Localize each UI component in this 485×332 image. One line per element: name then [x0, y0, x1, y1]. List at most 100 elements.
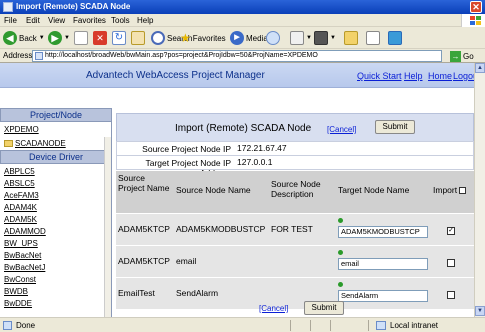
- driver-link[interactable]: BwBacNetJ: [4, 263, 45, 272]
- source-ip-value: 172.21.67.47: [235, 142, 471, 155]
- form-header: Import (Remote) SCADA Node [Cancel] Subm…: [116, 113, 474, 143]
- driver-link[interactable]: ABSLC5: [4, 179, 35, 188]
- driver-link[interactable]: BwConst: [4, 275, 36, 284]
- scroll-up-icon[interactable]: ▲: [475, 63, 485, 73]
- import-checkbox[interactable]: [447, 259, 455, 267]
- menu-edit[interactable]: Edit: [26, 16, 40, 25]
- source-node-cell: SendAlarm: [176, 288, 219, 298]
- page-icon: [35, 52, 43, 60]
- menu-favorites[interactable]: Favorites: [73, 16, 106, 25]
- stop-button[interactable]: [74, 30, 88, 46]
- folder-button[interactable]: [344, 30, 358, 46]
- source-ip-row: Source Project Node IP Address 172.21.67…: [116, 141, 474, 164]
- status-divider: [290, 320, 291, 331]
- page-content: Advantech WebAccess Project Manager Quic…: [0, 63, 485, 317]
- cancel-link[interactable]: [Cancel]: [327, 125, 356, 134]
- help-link[interactable]: Help: [404, 71, 423, 81]
- stop-icon-button[interactable]: ✕: [93, 30, 107, 46]
- form-title: Import (Remote) SCADA Node: [175, 123, 312, 134]
- print-icon: [314, 31, 328, 45]
- menu-file[interactable]: File: [4, 16, 17, 25]
- source-node-cell: ADAM5KMODBUSTCP: [176, 224, 266, 234]
- folder-icon: [4, 140, 13, 147]
- source-node-cell: email: [176, 256, 197, 266]
- scada-node-link[interactable]: SCADANODE: [4, 139, 66, 148]
- status-dot-icon: [338, 218, 343, 223]
- home-link[interactable]: Home: [428, 71, 452, 81]
- favorites-button[interactable]: ★ Favorites: [180, 30, 226, 46]
- driver-link[interactable]: BwBacNet: [4, 251, 41, 260]
- media-icon: ▶: [230, 31, 244, 45]
- folder-icon: [344, 31, 358, 45]
- col-import: Import: [433, 185, 473, 195]
- menu-tools[interactable]: Tools: [111, 16, 130, 25]
- form-footer: [Cancel] Submit: [116, 301, 474, 315]
- status-divider: [330, 320, 331, 331]
- target-node-input[interactable]: ADAM5KMODBUSTCP: [338, 226, 428, 238]
- driver-link[interactable]: ABPLC5: [4, 167, 35, 176]
- app-title: Advantech WebAccess Project Manager: [86, 70, 265, 81]
- discuss-button[interactable]: [388, 30, 402, 46]
- refresh-button[interactable]: ↻: [112, 30, 126, 46]
- menu-bar: File Edit View Favorites Tools Help: [0, 14, 485, 27]
- source-project-cell: ADAM5KTCP: [118, 256, 170, 266]
- toolbar: ◀ Back ▼ ▶ ▼ ✕ ↻ Search ★ Favorites ▶ Medi…: [0, 27, 485, 49]
- submit-button[interactable]: Submit: [375, 120, 415, 134]
- project-link[interactable]: XPDEMO: [4, 125, 39, 134]
- col-source-node: Source Node Name: [176, 185, 251, 195]
- menu-help[interactable]: Help: [137, 16, 153, 25]
- back-button[interactable]: ◀ Back ▼: [3, 30, 45, 46]
- driver-link[interactable]: BWDB: [4, 287, 28, 296]
- messenger-button[interactable]: [366, 30, 380, 46]
- target-node-input[interactable]: email: [338, 258, 428, 270]
- submit-button-bottom[interactable]: Submit: [304, 301, 344, 315]
- scroll-down-icon[interactable]: ▼: [475, 306, 485, 316]
- discuss-icon: [388, 31, 402, 45]
- driver-link[interactable]: BwDDE: [4, 299, 32, 308]
- page-scrollbar[interactable]: ▲ ▼: [474, 63, 485, 317]
- ie-page-icon: [3, 2, 13, 12]
- history-button[interactable]: [266, 30, 280, 46]
- project-node-header: Project/Node: [0, 108, 112, 122]
- table-header: Source Project Name Source Node Name Sou…: [116, 171, 474, 213]
- import-form: Import (Remote) SCADA Node [Cancel] Subm…: [116, 113, 474, 315]
- project-tree-panel: Project/Node XPDEMO SCADANODE Device Dri…: [0, 108, 112, 317]
- driver-link[interactable]: ADAM5K: [4, 215, 37, 224]
- media-button[interactable]: ▶ Media: [230, 30, 268, 46]
- driver-link[interactable]: ADAMMOD: [4, 227, 46, 236]
- forward-button[interactable]: ▶ ▼: [48, 30, 70, 46]
- back-arrow-icon: ◀: [3, 31, 17, 45]
- mail-button[interactable]: ▼: [290, 30, 312, 46]
- status-divider: [310, 320, 311, 331]
- address-input[interactable]: http://localhost/broadWeb/bwMain.asp?pos…: [32, 50, 442, 62]
- status-dot-icon: [338, 250, 343, 255]
- driver-link[interactable]: BW_UPS: [4, 239, 38, 248]
- col-source-desc: Source Node Description: [271, 179, 321, 199]
- quick-start-link[interactable]: Quick Start: [357, 71, 402, 81]
- go-button[interactable]: → Go: [450, 50, 474, 62]
- document-icon: [74, 31, 88, 45]
- mail-icon: [290, 31, 304, 45]
- col-source-project: Source Project Name: [118, 173, 170, 193]
- close-button[interactable]: ✕: [470, 1, 482, 13]
- home-button[interactable]: [131, 30, 145, 46]
- import-checkbox[interactable]: ✓: [447, 227, 455, 235]
- forward-arrow-icon: ▶: [48, 31, 62, 45]
- status-dot-icon: [338, 282, 343, 287]
- messenger-icon: [366, 31, 380, 45]
- window-title: Import (Remote) SCADA Node: [16, 2, 131, 11]
- driver-link[interactable]: AceFAM3: [4, 191, 39, 200]
- menu-view[interactable]: View: [48, 16, 65, 25]
- col-target-node: Target Node Name: [338, 185, 410, 195]
- cancel-link-bottom[interactable]: [Cancel]: [259, 304, 288, 313]
- star-icon: ★: [180, 31, 191, 45]
- select-all-checkbox[interactable]: [459, 186, 467, 194]
- sidebar-scrollbar[interactable]: [104, 137, 111, 317]
- import-checkbox[interactable]: [447, 291, 455, 299]
- title-bar: Import (Remote) SCADA Node ✕: [0, 0, 485, 14]
- print-button[interactable]: ▼: [314, 30, 336, 46]
- driver-link[interactable]: ADAM4K: [4, 203, 37, 212]
- app-banner: Advantech WebAccess Project Manager Quic…: [0, 63, 485, 88]
- device-driver-header: Device Driver: [0, 150, 112, 164]
- status-bar: Done Local intranet: [0, 317, 485, 332]
